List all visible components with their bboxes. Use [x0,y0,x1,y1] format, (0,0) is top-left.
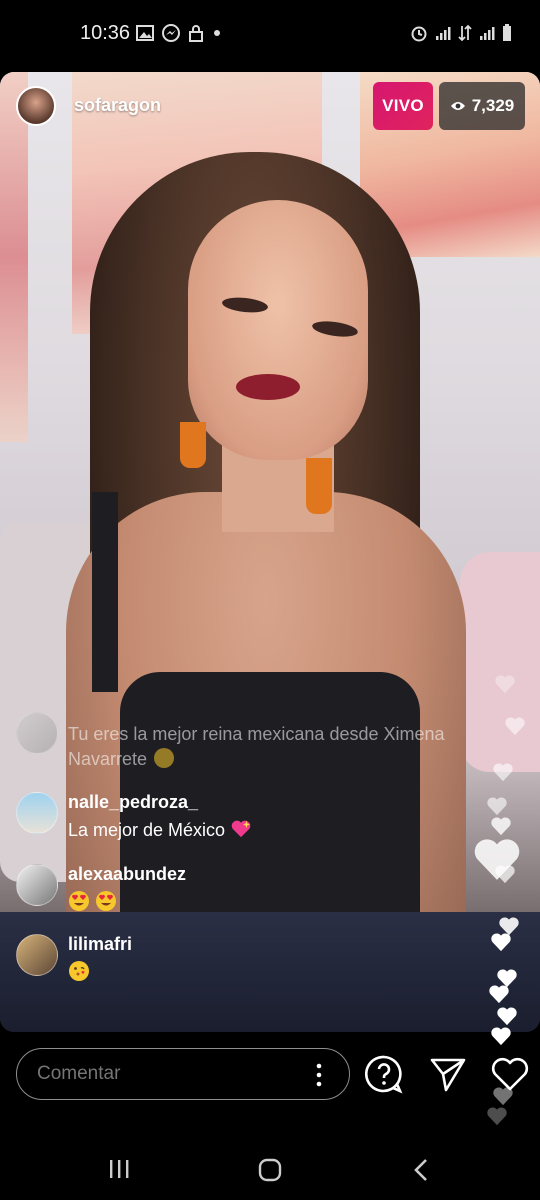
face-blowing-kiss-icon [69,961,89,981]
live-badge: VIVO [373,82,433,130]
send-icon[interactable] [428,1054,468,1094]
signal-icon [436,27,451,40]
heart-icon [491,817,511,836]
comment-username[interactable]: lilimafri [68,934,132,955]
heart-icon [489,985,509,1004]
home-icon[interactable] [258,1158,282,1182]
earring [306,458,332,514]
streamer-lips [236,374,300,400]
messenger-icon [162,24,180,42]
comment-avatar [16,864,58,906]
streamer-avatar[interactable] [16,86,56,126]
gallery-icon [136,25,154,41]
battery-icon [503,24,511,41]
recents-icon[interactable] [108,1158,130,1180]
heart-icon [495,865,515,884]
comment-avatar [16,712,58,754]
heart-icon [487,797,507,816]
heart-icon [495,675,515,694]
comment-username[interactable]: alexaabundez [68,864,186,885]
smiling-face-with-hearts-icon [154,748,175,768]
heart-icon [487,1107,507,1126]
streamer-username[interactable]: sofaragon [74,95,161,116]
live-video[interactable] [0,72,540,1032]
alarm-icon [411,26,427,42]
heart-icon [505,717,525,736]
status-time: 10:36 [80,22,131,44]
back-icon[interactable] [412,1158,430,1182]
signal-icon [480,27,495,40]
eye-icon [450,102,465,110]
heart-eyes-icon [96,891,117,911]
lock-icon [189,25,203,42]
question-icon[interactable] [364,1054,404,1094]
heart-icon [491,933,511,952]
sparkling-heart-icon [231,820,251,838]
comment-avatar [16,792,58,834]
more-icon[interactable] [308,1062,330,1088]
status-bar: 10:36 [0,0,540,66]
data-icon [458,24,472,42]
heart-icon [493,763,513,782]
dot-icon [214,30,220,36]
comment-avatar [16,934,58,976]
heart-icon[interactable] [490,1054,530,1094]
comment-username[interactable]: nalle_pedroza_ [68,792,198,813]
comment-input[interactable] [16,1048,350,1100]
viewer-count: 7,329 [471,96,515,115]
earring [180,422,206,468]
heart-eyes-icon [69,891,89,911]
viewer-count-badge[interactable]: 7,329 [439,82,525,130]
heart-icon [497,1007,517,1026]
heart-icon [491,1027,511,1046]
